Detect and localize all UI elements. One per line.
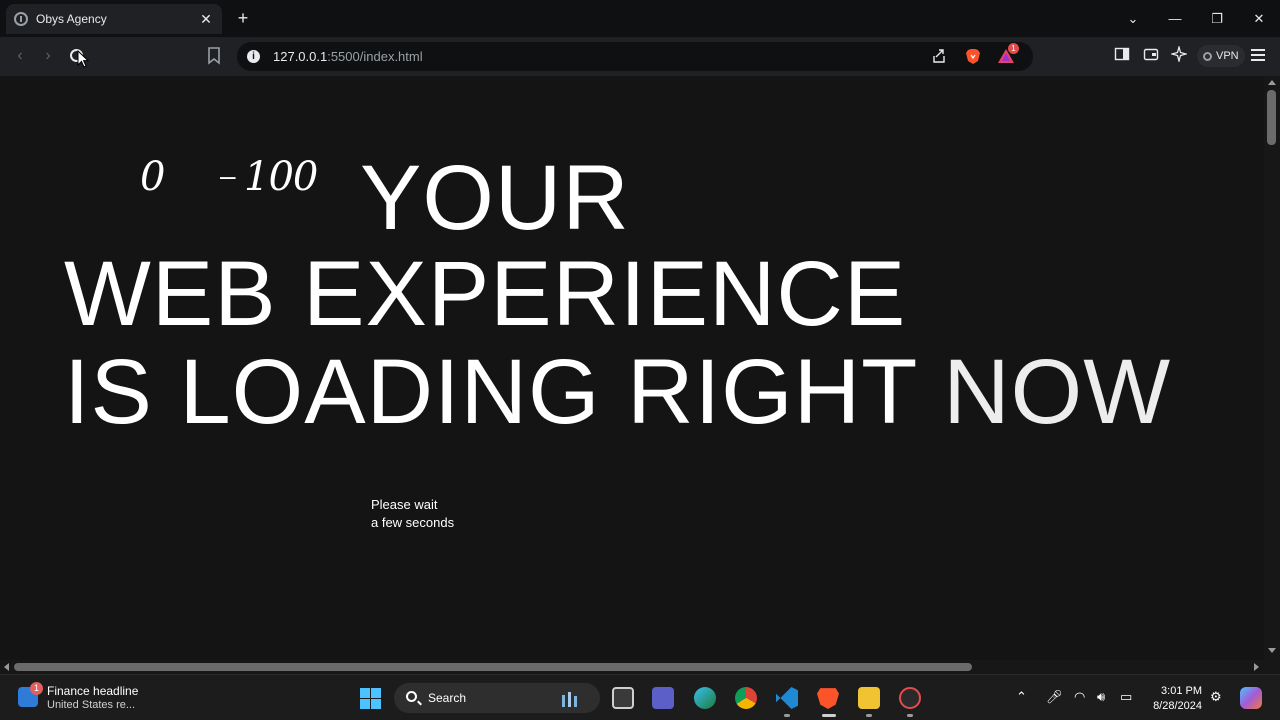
back-arrow-icon[interactable]: ‹: [9, 45, 31, 67]
tab-title: Obys Agency: [36, 12, 107, 26]
rewards-badge: 1: [1008, 43, 1019, 54]
windows-taskbar: 1 Finance headline United States re... S…: [0, 674, 1280, 720]
vscode-icon[interactable]: [776, 687, 798, 709]
leo-ai-icon[interactable]: [1169, 44, 1189, 64]
vpn-button[interactable]: VPN: [1197, 45, 1245, 67]
scroll-down-arrow-icon[interactable]: [1268, 648, 1276, 653]
clock-time: 3:01 PM: [1161, 685, 1202, 697]
battery-icon[interactable]: ▭: [1120, 689, 1132, 705]
scroll-right-arrow-icon[interactable]: [1254, 663, 1259, 671]
file-explorer-icon[interactable]: [858, 687, 880, 709]
url-path: :5500/index.html: [327, 49, 423, 64]
taskbar-search[interactable]: Search: [394, 683, 600, 713]
horizontal-scroll-thumb[interactable]: [14, 663, 972, 671]
window-controls: ⌄ — ❐ ✕: [1112, 0, 1280, 37]
hamburger-menu-icon[interactable]: [1251, 49, 1265, 61]
vscode-running-indicator: [784, 714, 790, 717]
brave-shields-icon[interactable]: [965, 48, 981, 65]
search-label: Search: [428, 691, 467, 705]
settings-gear-icon[interactable]: ⚙: [1210, 689, 1222, 705]
wait-line-2: a few seconds: [371, 515, 455, 530]
power-favicon-icon: [14, 12, 28, 26]
show-hidden-icons-chevron-icon[interactable]: ⌃: [1016, 689, 1027, 705]
browser-tab[interactable]: Obys Agency ✕: [6, 4, 222, 34]
volume-icon[interactable]: 🔊︎: [1097, 689, 1105, 705]
scrollbar-corner: [1264, 660, 1280, 674]
screen-recorder-icon[interactable]: [899, 687, 921, 709]
scroll-left-arrow-icon[interactable]: [4, 663, 9, 671]
vpn-status-icon: [1203, 51, 1212, 61]
news-subtitle[interactable]: United States re...: [47, 699, 135, 711]
brave-active-indicator: [822, 714, 836, 717]
horizontal-scrollbar[interactable]: [0, 660, 1264, 674]
clock-date: 8/28/2024: [1153, 700, 1202, 712]
teams-icon[interactable]: [652, 687, 674, 709]
wallet-icon[interactable]: [1143, 46, 1161, 64]
counter-max: 100: [244, 154, 318, 200]
sidebar-toggle-icon[interactable]: [1114, 46, 1132, 64]
headline-line-2: WEB EXPERIENCE: [64, 243, 907, 345]
url-host: 127.0.0.1: [273, 49, 328, 64]
chrome-icon[interactable]: [735, 687, 757, 709]
tab-strip: Obys Agency ✕ + ⌄ — ❐ ✕: [0, 0, 1280, 37]
forward-arrow-icon[interactable]: ›: [37, 45, 59, 67]
system-clock[interactable]: 3:01 PM 8/28/2024: [1150, 684, 1202, 714]
url-text[interactable]: 127.0.0.1:5500/index.html: [273, 49, 423, 64]
wait-line-1: Please wait: [371, 497, 438, 512]
headline-line-3-now: NOW: [943, 341, 1172, 443]
address-bar[interactable]: i 127.0.0.1:5500/index.html 1: [237, 42, 1033, 71]
task-view-icon[interactable]: [612, 687, 634, 709]
minimize-button[interactable]: —: [1154, 11, 1196, 26]
news-badge: 1: [30, 682, 43, 695]
counter-separator: –: [220, 160, 236, 191]
wifi-icon[interactable]: ◠: [1074, 689, 1085, 705]
headline-line-3: IS LOADING RIGHT NOW: [64, 342, 1171, 442]
copilot-icon[interactable]: [1240, 687, 1262, 709]
restore-button[interactable]: ❐: [1196, 11, 1238, 27]
tab-close-icon[interactable]: ✕: [198, 11, 214, 28]
vertical-scrollbar[interactable]: [1264, 76, 1280, 660]
close-window-button[interactable]: ✕: [1238, 11, 1280, 27]
search-highlight-icon: [558, 691, 586, 707]
page-viewport: 0 – 100 YOUR WEB EXPERIENCE IS LOADING R…: [0, 76, 1264, 660]
browser-toolbar: ‹ › i 127.0.0.1:5500/index.html 1 VPN: [0, 37, 1280, 76]
explorer-running-indicator: [866, 714, 872, 717]
microphone-icon[interactable]: 🎤︎: [1046, 689, 1063, 705]
vpn-label: VPN: [1216, 50, 1239, 62]
share-icon[interactable]: [931, 48, 947, 64]
brave-taskbar-icon[interactable]: [817, 688, 839, 709]
vertical-scroll-thumb[interactable]: [1267, 90, 1276, 145]
edge-icon[interactable]: [694, 687, 716, 709]
scroll-up-arrow-icon[interactable]: [1268, 80, 1276, 85]
site-info-icon[interactable]: i: [247, 50, 260, 63]
recorder-running-indicator: [907, 714, 913, 717]
bookmark-icon[interactable]: [207, 47, 221, 65]
news-title[interactable]: Finance headline: [47, 684, 138, 698]
windows-start-icon[interactable]: [360, 688, 381, 709]
loading-counter: 0: [140, 154, 166, 200]
headline-line-3-main: IS LOADING RIGHT: [64, 341, 917, 443]
please-wait-text: Please wait a few seconds: [371, 496, 454, 532]
new-tab-button[interactable]: +: [232, 8, 254, 30]
headline-line-1: YOUR: [360, 147, 630, 249]
tab-search-dropdown-icon[interactable]: ⌄: [1112, 11, 1154, 27]
search-icon: [406, 691, 417, 702]
